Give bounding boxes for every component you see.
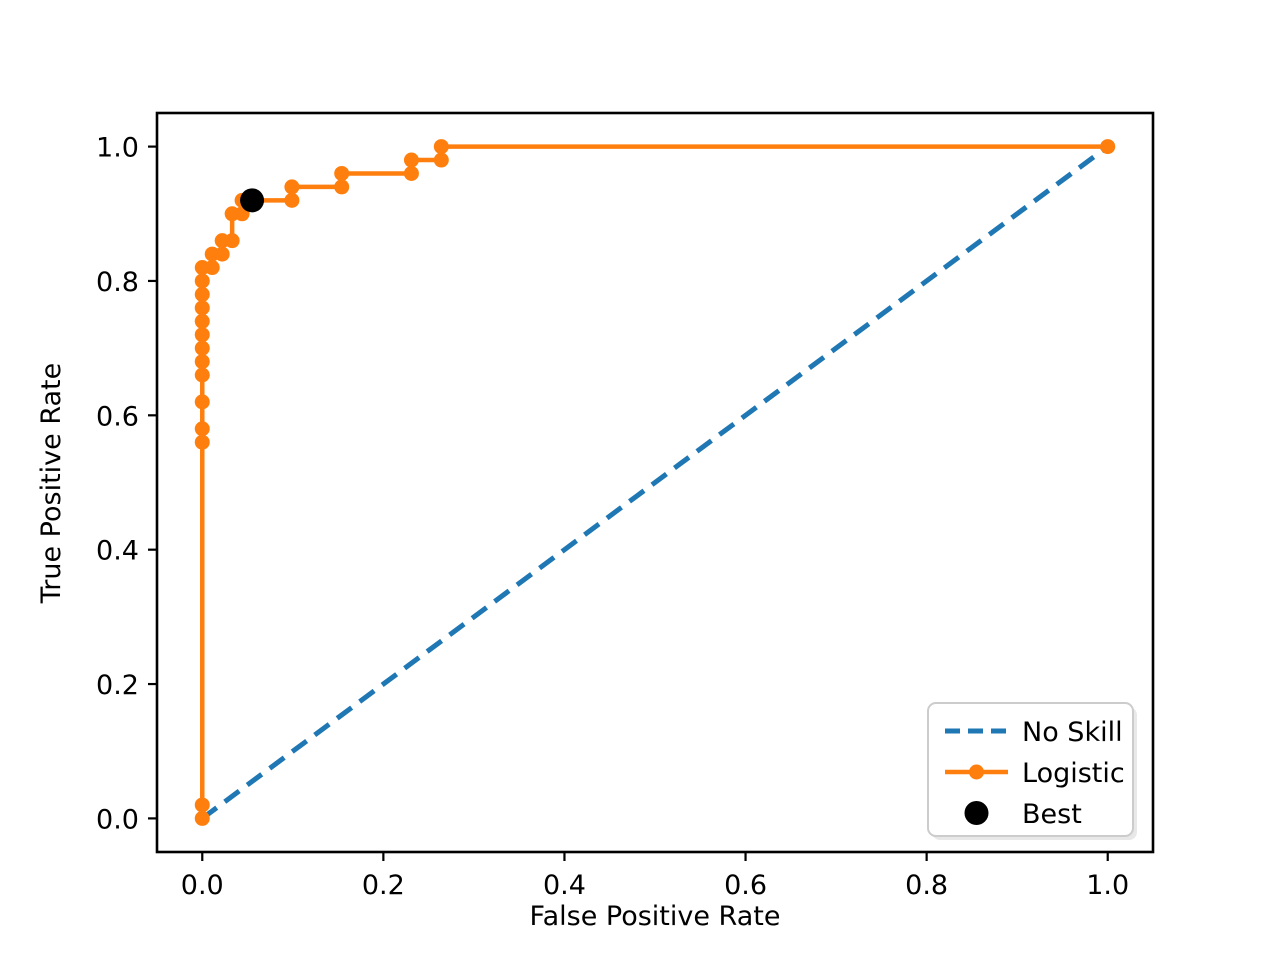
series-marker-best <box>240 188 265 213</box>
x-tick-label: 1.0 <box>1086 870 1129 901</box>
x-tick-label: 0.2 <box>362 870 405 901</box>
y-axis-title: True Positive Rate <box>36 363 67 605</box>
y-tick-label: 0.2 <box>96 670 139 701</box>
legend-label-best: Best <box>1022 799 1082 830</box>
x-tick-label: 0.6 <box>724 870 767 901</box>
roc-curve-figure: 0.0 0.2 0.4 0.6 0.8 1.0 0.0 0.2 0.4 0.6 0.8 1.0 Fa… <box>0 0 1280 960</box>
series-marker-logistic <box>194 797 210 813</box>
series-marker-logistic <box>1100 139 1116 155</box>
series-marker-logistic <box>433 139 449 155</box>
series-marker-logistic <box>204 260 220 276</box>
series-marker-logistic <box>284 192 300 208</box>
x-axis-title: False Positive Rate <box>530 901 781 932</box>
series-marker-logistic <box>194 810 210 826</box>
series-marker-logistic <box>334 179 350 195</box>
series-marker-logistic <box>194 434 210 450</box>
y-tick-label: 0.8 <box>96 267 139 298</box>
series-marker-logistic <box>194 340 210 356</box>
y-tick-label: 0.4 <box>96 536 139 567</box>
series-marker-logistic <box>433 152 449 168</box>
series-marker-logistic <box>284 179 300 195</box>
y-tick-label: 1.0 <box>96 133 139 164</box>
legend-marker-logistic <box>969 764 984 780</box>
series-marker-logistic <box>403 152 419 168</box>
chart-legend[interactable]: No Skill Logistic Best <box>927 702 1137 840</box>
legend-label-logistic: Logistic <box>1022 758 1125 789</box>
x-tick-label: 0.8 <box>905 870 948 901</box>
series-marker-logistic <box>194 354 210 370</box>
series-marker-logistic <box>194 313 210 329</box>
legend-label-no-skill: No Skill <box>1022 717 1123 748</box>
y-tick-label: 0.6 <box>96 401 139 432</box>
series-marker-logistic <box>403 165 419 181</box>
series-marker-logistic <box>194 421 210 437</box>
series-marker-logistic <box>194 300 210 316</box>
y-tick-label: 0.0 <box>96 804 139 835</box>
series-marker-logistic <box>214 246 230 262</box>
series-marker-logistic <box>224 233 240 249</box>
series-marker-logistic <box>334 165 350 181</box>
plot-canvas: 0.0 0.2 0.4 0.6 0.8 1.0 0.0 0.2 0.4 0.6 0.8 1.0 Fa… <box>0 0 1280 960</box>
series-marker-logistic <box>194 394 210 410</box>
series-marker-logistic <box>194 327 210 343</box>
legend-marker-best <box>964 801 989 825</box>
series-marker-logistic <box>194 367 210 383</box>
x-tick-label: 0.4 <box>543 870 586 901</box>
series-marker-logistic <box>194 286 210 302</box>
x-tick-label: 0.0 <box>181 870 224 901</box>
series-marker-logistic <box>194 273 210 289</box>
